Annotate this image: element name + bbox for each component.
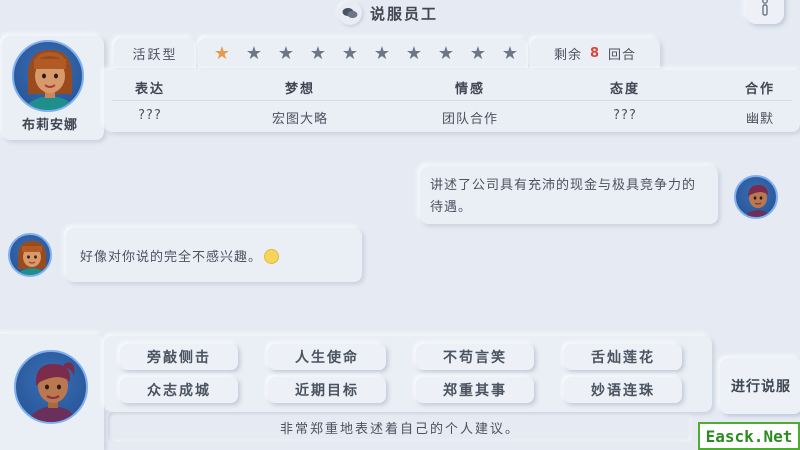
attr-label-cooperation: 合作 [744, 82, 775, 97]
option-button[interactable]: 近期目标 [268, 377, 386, 403]
persuade-button[interactable]: 进行说服 [720, 358, 800, 414]
rounds-prefix: 剩余 [553, 47, 582, 63]
attr-value-attitude: ??? [613, 108, 637, 123]
page-title: 说服员工 [370, 4, 439, 23]
npc-card: 布莉安娜 [2, 36, 104, 140]
attr-label-expression: 表达 [134, 82, 165, 97]
attribute-table: 表达 ??? 梦想 宏图大略 情感 团队合作 态度 ??? 合作 幽默 [104, 70, 800, 132]
star-empty-icon: ★ [405, 42, 423, 64]
rounds-count: 8 [589, 45, 601, 61]
star-empty-icon: ★ [341, 42, 359, 64]
personality-tag: 活跃型 [114, 38, 196, 68]
option-button[interactable]: 不苟言笑 [416, 344, 534, 370]
attr-label-emotion: 情感 [454, 82, 485, 97]
divider [112, 100, 792, 101]
attr-value-expression: ??? [138, 108, 162, 123]
info-button[interactable] [746, 0, 784, 24]
smile-emoji-icon [264, 248, 280, 264]
player-card [0, 334, 104, 450]
option-button[interactable]: 众志成城 [120, 377, 238, 403]
star-empty-icon: ★ [277, 42, 295, 64]
option-button[interactable]: 人生使命 [268, 344, 386, 370]
star-empty-icon: ★ [245, 42, 263, 64]
persuasion-options-panel: 旁敲侧击 人生使命 不苟言笑 舌灿莲花 众志成城 近期目标 郑重其事 妙语连珠 [104, 336, 712, 412]
rounds-suffix: 回合 [608, 47, 637, 63]
chat-bubbles-icon [338, 1, 362, 25]
option-button[interactable]: 旁敲侧击 [120, 344, 238, 370]
npc-avatar [12, 40, 84, 112]
option-description: 非常郑重地表述着自己的个人建议。 [108, 412, 692, 442]
star-empty-icon: ★ [437, 42, 455, 64]
npc-message-bubble: 好像对你说的完全不感兴趣。 [66, 228, 362, 282]
npc-message-text: 好像对你说的完全不感兴趣。 [80, 249, 263, 265]
star-empty-icon: ★ [501, 42, 519, 64]
attr-label-dream: 梦想 [284, 82, 315, 97]
title-bar: 说服员工 [338, 0, 468, 26]
option-button[interactable]: 舌灿莲花 [564, 344, 682, 370]
star-empty-icon: ★ [373, 42, 391, 64]
attr-label-attitude: 态度 [609, 82, 640, 97]
option-button[interactable]: 妙语连珠 [564, 377, 682, 403]
watermark: Easck.Net [698, 422, 800, 450]
star-empty-icon: ★ [309, 42, 327, 64]
option-button[interactable]: 郑重其事 [416, 377, 534, 403]
npc-name: 布莉安娜 [21, 118, 78, 133]
attr-value-cooperation: 幽默 [745, 112, 774, 127]
attr-value-dream: 宏图大略 [271, 112, 328, 127]
player-chat-avatar [734, 175, 778, 219]
player-message-bubble: 讲述了公司具有充沛的现金与极具竞争力的待遇。 [420, 166, 718, 224]
player-avatar [14, 350, 88, 424]
rounds-remaining: 剩余 8 回合 [530, 38, 660, 68]
npc-chat-avatar [8, 233, 52, 277]
attr-value-emotion: 团队合作 [441, 112, 498, 127]
info-icon [760, 0, 770, 20]
rating-stars: ★ ★ ★ ★ ★ ★ ★ ★ ★ ★ [198, 38, 528, 68]
star-filled-icon: ★ [213, 42, 231, 64]
star-empty-icon: ★ [469, 42, 487, 64]
